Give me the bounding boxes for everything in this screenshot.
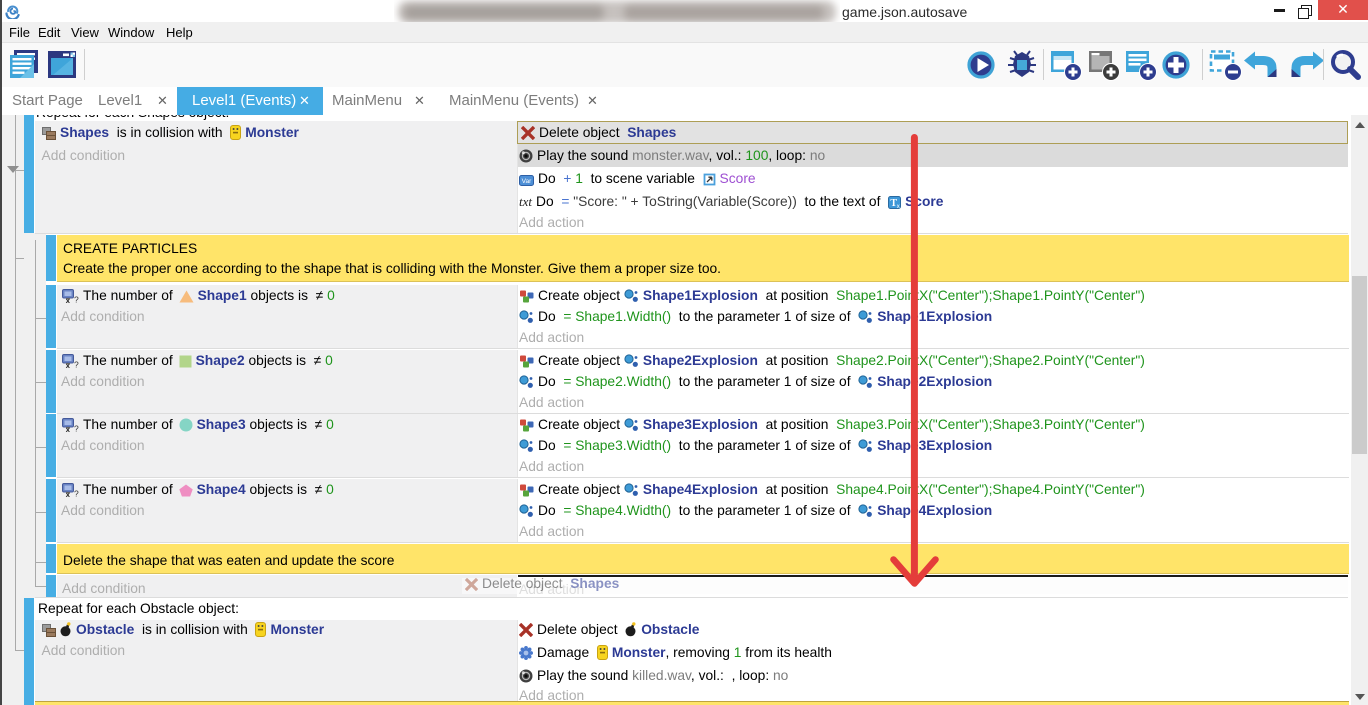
svg-text:Var: Var bbox=[522, 178, 532, 185]
svg-text:?: ? bbox=[74, 488, 79, 497]
svg-text:?: ? bbox=[74, 359, 79, 368]
svg-text:?: ? bbox=[74, 295, 79, 304]
svg-text:?: ? bbox=[74, 424, 79, 433]
svg-text:x: x bbox=[897, 204, 900, 209]
